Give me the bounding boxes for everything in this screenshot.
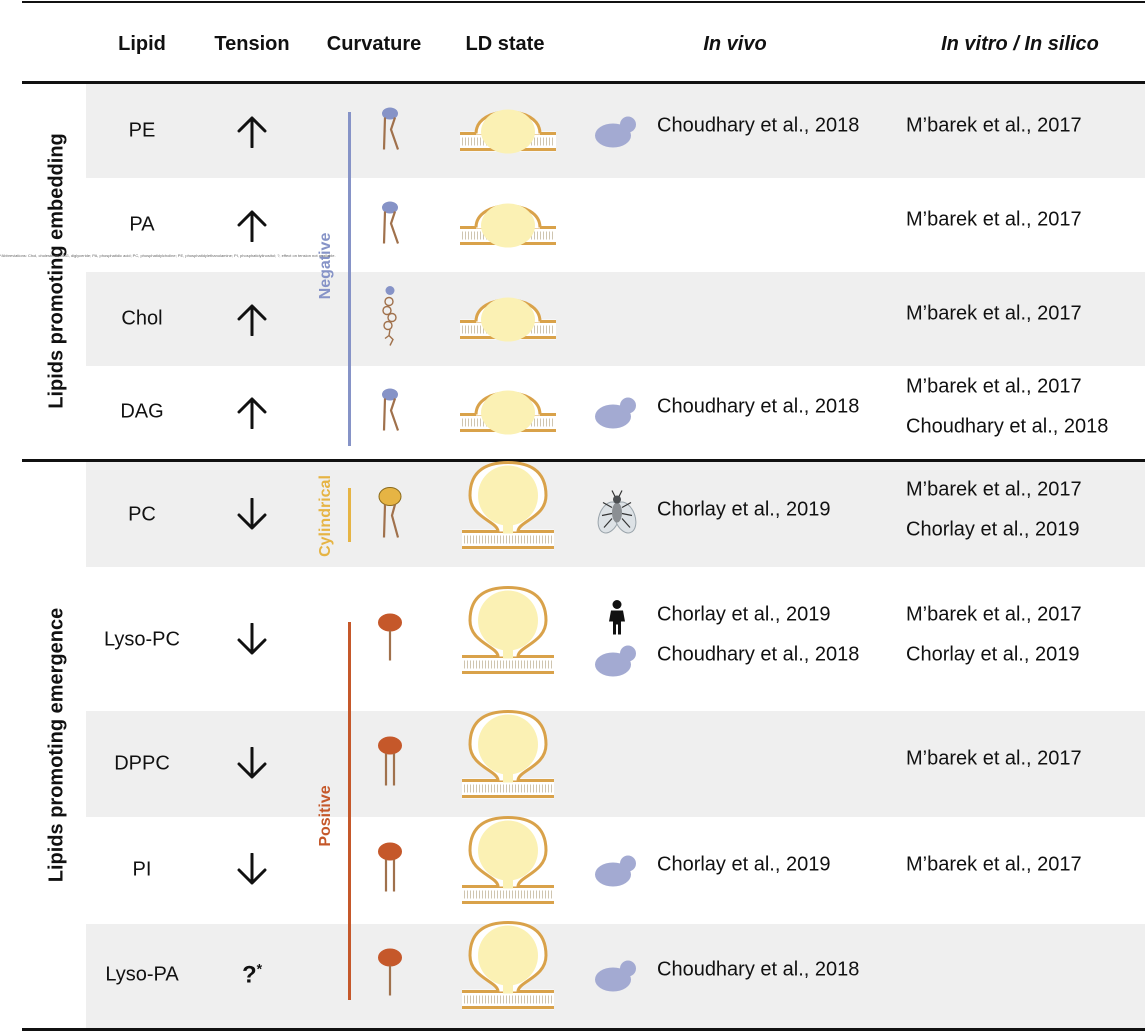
in-vitro-reference: M’barek et al., 2017	[906, 114, 1082, 137]
double-tail-lipid-icon	[375, 842, 405, 899]
curvature-bar-negative	[348, 112, 351, 446]
arrow-down-icon	[222, 852, 282, 887]
arrow-up-icon	[222, 395, 282, 430]
lipid-name-pe: PE	[128, 119, 156, 142]
in-vitro-reference: M’barek et al., 2017	[906, 302, 1082, 325]
tension-unknown-lyso-pa: ?*	[222, 961, 282, 990]
lipid-name-lyso-pa: Lyso-PA	[105, 963, 179, 986]
in-vivo-reference: Choudhary et al., 2018	[657, 114, 860, 137]
header-rule	[22, 81, 1145, 84]
in-vitro-reference: M’barek et al., 2017	[906, 853, 1082, 876]
in-vitro-reference: M’barek et al., 2017	[906, 603, 1082, 626]
in-vitro-reference: M’barek et al., 2017	[906, 747, 1082, 770]
in-vitro-reference: M’barek et al., 2017	[906, 375, 1082, 398]
header-curvature: Curvature	[326, 33, 422, 55]
yeast-icon	[594, 115, 640, 156]
double-tail-lipid-icon	[375, 736, 405, 793]
arrow-down-icon	[222, 746, 282, 781]
cylindrical-lipid-icon	[375, 486, 405, 545]
lipid-name-pa: PA	[129, 213, 155, 236]
ld-emerged-icon	[458, 585, 558, 684]
tension-unknown-label: ?	[241, 961, 257, 989]
top-rule	[22, 1, 1145, 3]
arrow-up-icon	[222, 114, 282, 149]
curvature-bar-cylindrical	[348, 488, 351, 542]
yeast-icon	[594, 854, 640, 895]
tension-footnote-mark: *	[256, 960, 263, 977]
lipid-name-pi: PI	[132, 858, 152, 881]
ld-emerged-icon	[458, 815, 558, 914]
lipid-name-chol: Chol	[121, 307, 163, 330]
yeast-icon	[594, 644, 640, 685]
ld-embedded-icon	[458, 101, 558, 160]
lipid-name-dag: DAG	[120, 400, 164, 423]
yeast-icon	[594, 959, 640, 1000]
group-label-emergence: Lipids promoting emergence	[45, 607, 68, 883]
lipid-name-pc: PC	[128, 503, 156, 526]
lipid-name-lyso-pc: Lyso-PC	[104, 628, 180, 651]
footnote: *Abbreviations: Chol, cholesterol; DAG, …	[0, 253, 336, 258]
in-vivo-reference: Choudhary et al., 2018	[657, 958, 860, 981]
negative-lipid-icon	[378, 200, 402, 251]
header-ld-state: LD state	[465, 33, 545, 55]
negative-lipid-icon	[378, 387, 402, 438]
in-vivo-reference: Chorlay et al., 2019	[657, 498, 831, 521]
in-vivo-reference: Choudhary et al., 2018	[657, 395, 860, 418]
in-vitro-reference: M’barek et al., 2017	[906, 208, 1082, 231]
in-vitro-reference: Choudhary et al., 2018	[906, 415, 1109, 438]
ld-embedded-icon	[458, 382, 558, 441]
in-vitro-reference: Chorlay et al., 2019	[906, 643, 1080, 666]
yeast-icon	[594, 396, 640, 437]
in-vitro-reference: Chorlay et al., 2019	[906, 518, 1080, 541]
header-in-vitro: In vitro / In silico	[941, 33, 1099, 55]
group-label-embedding: Lipids promoting embedding	[45, 133, 68, 409]
ld-emerged-icon	[458, 709, 558, 808]
ld-embedded-icon	[458, 289, 558, 348]
human-icon	[606, 600, 628, 641]
in-vivo-reference: Chorlay et al., 2019	[657, 853, 831, 876]
header-in-vivo: In vivo	[703, 33, 767, 55]
arrow-up-icon	[222, 208, 282, 243]
header-tension: Tension	[214, 33, 290, 55]
ld-embedded-icon	[458, 195, 558, 254]
group-separator-rule	[22, 459, 1145, 462]
single-tail-lipid-icon	[375, 613, 405, 668]
single-tail-lipid-icon	[375, 948, 405, 1003]
arrow-up-icon	[222, 302, 282, 337]
negative-lipid-icon	[378, 106, 402, 157]
header-lipid: Lipid	[118, 33, 166, 55]
in-vitro-reference: M’barek et al., 2017	[906, 478, 1082, 501]
curvature-bar-positive	[348, 622, 351, 1000]
arrow-down-icon	[222, 497, 282, 532]
curvature-label-cylindrical: Cylindrical	[317, 475, 334, 557]
arrow-down-icon	[222, 622, 282, 657]
in-vivo-reference: Chorlay et al., 2019	[657, 603, 831, 626]
bottom-rule	[22, 1028, 1145, 1031]
in-vivo-reference: Choudhary et al., 2018	[657, 643, 860, 666]
cholesterol-icon	[378, 286, 402, 353]
lipid-name-dppc: DPPC	[114, 752, 170, 775]
curvature-label-positive: Positive	[317, 785, 334, 847]
ld-emerged-icon	[458, 460, 558, 559]
fly-icon	[595, 488, 639, 543]
ld-emerged-icon	[458, 920, 558, 1019]
curvature-label-negative: Negative	[317, 232, 334, 300]
